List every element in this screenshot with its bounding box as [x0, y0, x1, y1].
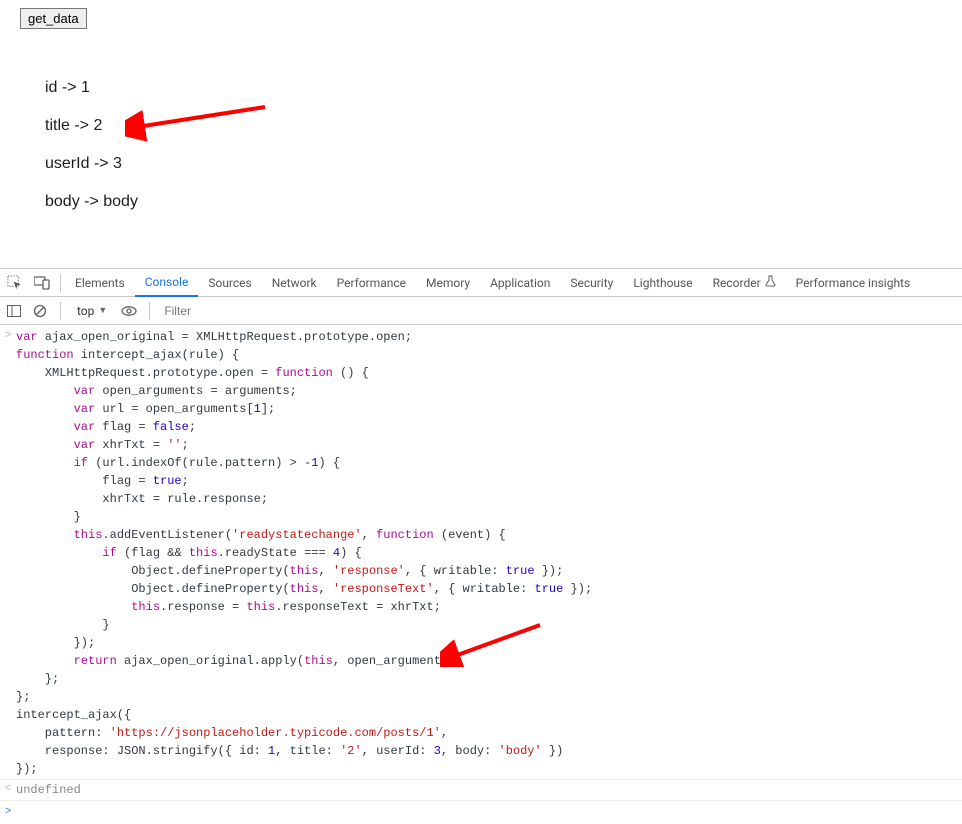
- inspect-icon[interactable]: [0, 275, 28, 290]
- live-expression-icon[interactable]: [119, 301, 139, 321]
- input-chevron-icon: >: [0, 328, 16, 778]
- output-line: userId -> 3: [45, 155, 942, 173]
- chevron-down-icon: ▼: [98, 305, 107, 316]
- tab-sources[interactable]: Sources: [198, 269, 261, 297]
- tab-network[interactable]: Network: [262, 269, 327, 297]
- console-input-row: > var ajax_open_original = XMLHttpReques…: [0, 327, 962, 780]
- output-list: id -> 1 title -> 2 userId -> 3 body -> b…: [45, 79, 942, 211]
- tab-memory[interactable]: Memory: [416, 269, 480, 297]
- output-line: body -> body: [45, 193, 942, 211]
- devtools-panel: ElementsConsoleSourcesNetworkPerformance…: [0, 268, 962, 824]
- device-toggle-icon[interactable]: [28, 276, 56, 290]
- console-toolbar: top▼: [0, 297, 962, 325]
- sidebar-toggle-icon[interactable]: [4, 301, 24, 321]
- filter-input[interactable]: [160, 301, 958, 321]
- get-data-button[interactable]: get_data: [20, 8, 87, 29]
- flask-icon: [765, 276, 776, 290]
- result-value: undefined: [16, 783, 81, 797]
- tab-recorder[interactable]: Recorder: [703, 269, 786, 297]
- tab-elements[interactable]: Elements: [65, 269, 135, 297]
- tab-lighthouse[interactable]: Lighthouse: [623, 269, 702, 297]
- console-result-row: < undefined: [0, 780, 962, 801]
- page-content: get_data id -> 1 title -> 2 userId -> 3 …: [0, 0, 962, 268]
- tab-application[interactable]: Application: [480, 269, 560, 297]
- output-chevron-icon: <: [0, 781, 16, 799]
- tab-performance-insights[interactable]: Performance insights: [786, 269, 921, 297]
- console-prompt[interactable]: >: [0, 801, 962, 824]
- tab-console[interactable]: Console: [135, 269, 199, 297]
- tab-performance[interactable]: Performance: [327, 269, 416, 297]
- prompt-chevron-icon: >: [0, 804, 16, 821]
- devtools-tabbar: ElementsConsoleSourcesNetworkPerformance…: [0, 269, 962, 297]
- console-output[interactable]: > var ajax_open_original = XMLHttpReques…: [0, 325, 962, 824]
- tab-security[interactable]: Security: [560, 269, 623, 297]
- output-line: title -> 2: [45, 117, 942, 135]
- context-selector[interactable]: top▼: [71, 301, 113, 321]
- clear-console-icon[interactable]: [30, 301, 50, 321]
- output-line: id -> 1: [45, 79, 942, 97]
